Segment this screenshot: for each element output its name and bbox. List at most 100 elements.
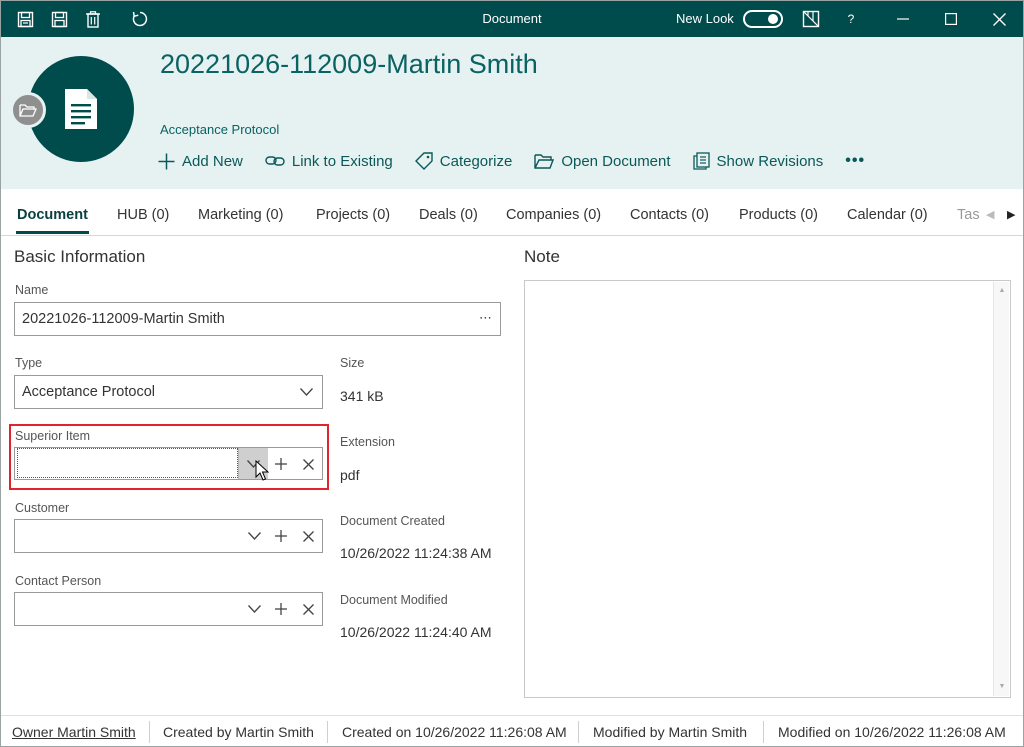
superior-item-focus-outline — [17, 448, 238, 478]
save-icon[interactable] — [49, 9, 69, 29]
type-label: Type — [15, 356, 43, 370]
add-new-label: Add New — [182, 152, 243, 170]
ruler-icon[interactable] — [801, 9, 821, 29]
add-contact-person-button[interactable] — [268, 593, 294, 625]
chevron-down-icon[interactable] — [240, 520, 268, 552]
tag-icon — [414, 152, 433, 170]
title-bar: Document New Look ? — [1, 1, 1023, 37]
mouse-cursor-icon — [255, 460, 269, 481]
folder-open-icon — [19, 104, 37, 117]
folder-badge[interactable] — [10, 92, 46, 128]
note-textarea[interactable]: ▲ ▼ — [524, 280, 1011, 698]
tab-document[interactable]: Document — [17, 207, 88, 223]
document-created-label: Document Created — [340, 514, 445, 528]
close-icon — [302, 458, 314, 470]
tab-bar: Document HUB (0) Marketing (0) Projects … — [1, 189, 1023, 236]
tab-projects[interactable]: Projects (0) — [316, 207, 390, 223]
scroll-down-icon[interactable]: ▼ — [994, 680, 1010, 694]
tab-contacts[interactable]: Contacts (0) — [630, 207, 709, 223]
open-document-label: Open Document — [561, 152, 671, 170]
status-footer: Owner Martin Smith Created by Martin Smi… — [1, 715, 1023, 747]
type-select[interactable]: Acceptance Protocol — [14, 375, 323, 409]
document-created-value: 10/26/2022 11:24:38 AM — [340, 545, 492, 561]
new-look-toggle[interactable] — [743, 10, 783, 28]
clear-superior-item-button[interactable] — [295, 448, 321, 480]
delete-icon[interactable] — [83, 9, 103, 29]
link-icon — [265, 156, 285, 166]
add-superior-item-button[interactable] — [268, 448, 294, 480]
name-value: 20221026-112009-Martin Smith — [22, 311, 225, 327]
tab-scroll-right-icon[interactable]: ▶ — [1007, 208, 1015, 221]
extension-value: pdf — [340, 467, 360, 483]
created-by-text: Created by Martin Smith — [163, 724, 314, 740]
toggle-knob — [768, 14, 778, 24]
revisions-icon — [692, 152, 710, 170]
footer-divider — [327, 721, 328, 743]
basic-information-heading: Basic Information — [14, 247, 146, 266]
more-actions-button[interactable]: ••• — [845, 152, 865, 170]
link-to-existing-label: Link to Existing — [291, 152, 393, 170]
size-value: 341 kB — [340, 388, 384, 404]
page-title: 20221026-112009-Martin Smith — [160, 49, 538, 79]
tab-marketing[interactable]: Marketing (0) — [198, 207, 283, 223]
tab-scroll-left-icon[interactable]: ◀ — [986, 208, 994, 221]
scroll-up-icon[interactable]: ▲ — [994, 284, 1010, 298]
clear-customer-button[interactable] — [295, 520, 321, 552]
document-window: Document New Look ? 20221026-112009-Mart… — [0, 0, 1024, 747]
plus-icon — [275, 530, 287, 542]
modified-on-text: Modified on 10/26/2022 11:26:08 AM — [778, 724, 1006, 740]
add-new-button[interactable]: Add New — [158, 153, 243, 170]
document-modified-label: Document Modified — [340, 593, 448, 607]
chevron-down-icon[interactable] — [292, 376, 320, 408]
minimize-button[interactable] — [881, 1, 925, 37]
close-icon — [302, 530, 314, 542]
owner-link[interactable]: Owner Martin Smith — [12, 724, 136, 740]
modified-by-text: Modified by Martin Smith — [593, 724, 748, 740]
tab-companies[interactable]: Companies (0) — [506, 207, 601, 223]
folder-open-icon — [534, 154, 555, 169]
tab-calendar[interactable]: Calendar (0) — [847, 207, 928, 223]
tab-hub[interactable]: HUB (0) — [117, 207, 169, 223]
new-look-label: New Look — [676, 11, 734, 26]
note-scrollbar[interactable]: ▲ ▼ — [993, 282, 1009, 696]
link-to-existing-button[interactable]: Link to Existing — [265, 153, 393, 170]
size-label: Size — [340, 356, 365, 370]
plus-icon — [275, 603, 287, 615]
maximize-button[interactable] — [929, 1, 973, 37]
extension-label: Extension — [340, 435, 395, 449]
clear-contact-person-button[interactable] — [295, 593, 321, 625]
footer-divider — [578, 721, 579, 743]
chevron-down-icon[interactable] — [240, 593, 268, 625]
plus-icon — [275, 458, 287, 470]
superior-item-label: Superior Item — [15, 429, 91, 443]
tab-deals[interactable]: Deals (0) — [419, 207, 478, 223]
show-revisions-label: Show Revisions — [716, 152, 824, 170]
close-icon — [302, 603, 314, 615]
type-value: Acceptance Protocol — [22, 384, 155, 400]
name-more-button[interactable]: ⋯ — [479, 310, 492, 326]
customer-field[interactable] — [14, 519, 323, 553]
document-type-link[interactable]: Acceptance Protocol — [160, 122, 279, 137]
save-close-icon[interactable] — [15, 9, 35, 29]
tab-tasks[interactable]: Tas — [957, 207, 979, 223]
active-tab-indicator — [16, 231, 89, 234]
created-on-text: Created on 10/26/2022 11:26:08 AM — [342, 724, 567, 740]
open-document-button[interactable]: Open Document — [534, 152, 671, 170]
action-toolbar: Add New Link to Existing Categorize Open… — [158, 150, 865, 172]
note-heading: Note — [524, 247, 560, 266]
add-customer-button[interactable] — [268, 520, 294, 552]
help-button[interactable]: ? — [829, 1, 873, 37]
close-button[interactable] — [977, 1, 1021, 37]
tab-products[interactable]: Products (0) — [739, 207, 818, 223]
name-field[interactable]: 20221026-112009-Martin Smith ⋯ — [14, 302, 501, 336]
customer-label: Customer — [15, 501, 70, 515]
categorize-button[interactable]: Categorize — [414, 152, 512, 170]
refresh-icon[interactable] — [130, 9, 150, 29]
show-revisions-button[interactable]: Show Revisions — [692, 152, 824, 170]
plus-icon — [158, 153, 175, 169]
contact-person-field[interactable] — [14, 592, 323, 626]
footer-divider — [149, 721, 150, 743]
footer-divider — [763, 721, 764, 743]
document-header: 20221026-112009-Martin Smith Acceptance … — [1, 37, 1023, 189]
name-label: Name — [15, 283, 49, 297]
